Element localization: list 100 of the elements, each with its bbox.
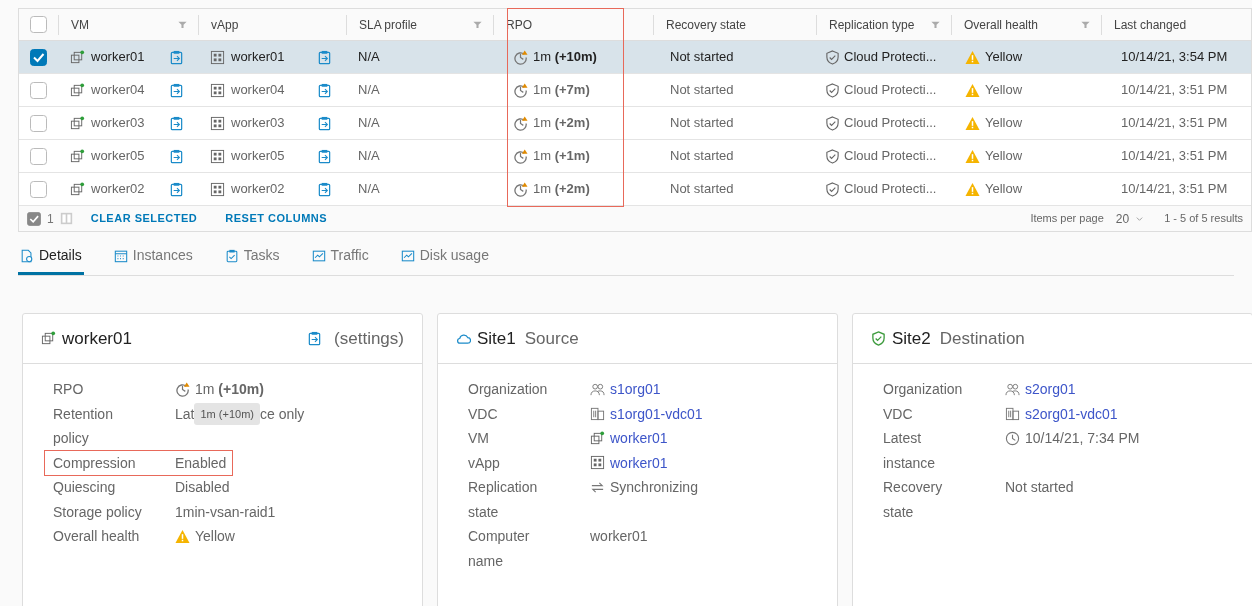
field-value: 10/14/21, 7:34 PM — [1025, 429, 1140, 448]
field-value: Not started — [1005, 478, 1074, 497]
table-cell: Not started — [670, 148, 734, 164]
field-label: Replication state — [468, 478, 539, 522]
clipboard-icon — [317, 115, 332, 131]
warning-icon — [175, 528, 190, 544]
warning-icon — [965, 115, 980, 131]
tab[interactable]: Disk usage — [398, 245, 491, 275]
field-value: Synchronizing — [610, 478, 698, 497]
table-cell: 10/14/21, 3:51 PM — [1121, 148, 1228, 164]
pagination-range: 1 - 5 of 5 results — [1164, 211, 1243, 227]
clipboard-check-icon — [224, 248, 239, 263]
building-icon — [590, 406, 605, 422]
row-checkbox[interactable] — [30, 81, 47, 99]
link[interactable]: s2org01 — [1025, 377, 1076, 402]
clock-icon — [1005, 430, 1020, 446]
shield-check-icon — [871, 331, 886, 346]
table-cell: 10/14/21, 3:51 PM — [1121, 181, 1228, 197]
card-subtitle: Destination — [939, 327, 1025, 350]
footer-button[interactable]: CLEAR SELECTED — [90, 210, 198, 227]
field-label: Quiescing — [53, 478, 117, 497]
table-cell-text: Cloud Protecti... — [844, 81, 937, 100]
filter-icon — [1080, 19, 1091, 30]
column-header[interactable]: VM — [58, 14, 198, 35]
table-row[interactable]: worker01 worker01 N/A 1m (+10m) Not started Cloud Protecti... Yellow 10/14/21, 3:54 PM — [19, 41, 1251, 74]
column-header[interactable]: Overall health — [951, 14, 1101, 35]
field-value: ce only — [259, 404, 305, 424]
table-cell: N/A — [358, 82, 380, 98]
table-cell: 10/14/21, 3:51 PM — [1121, 115, 1228, 131]
table-cell-text: 1m (+2m) — [533, 114, 590, 133]
clipboard-icon — [317, 148, 332, 164]
table-cell-text: Yellow — [985, 180, 1023, 199]
table-cell-text: Cloud Protecti... — [844, 180, 937, 199]
shield-icon — [825, 148, 840, 164]
column-header[interactable]: Replication type — [816, 14, 951, 35]
clock-alert-icon — [513, 49, 528, 65]
row-checkbox[interactable] — [30, 180, 47, 198]
clipboard-icon — [169, 115, 184, 131]
field-label: VDC — [468, 404, 499, 424]
grid-icon — [210, 82, 225, 98]
card-title: Site1 — [477, 327, 516, 350]
grid-icon — [210, 148, 225, 164]
table-cell-text: Cloud Protecti... — [844, 48, 937, 67]
line-chart-icon — [311, 248, 326, 263]
shield-icon — [825, 82, 840, 98]
card-title: Site2 — [892, 327, 931, 350]
table-cell: N/A — [358, 49, 380, 65]
table-cell: 10/14/21, 3:54 PM — [1121, 49, 1228, 65]
grid-icon — [210, 115, 225, 131]
tab[interactable]: Traffic — [309, 245, 371, 275]
table-cell: Not started — [670, 115, 734, 131]
grid-icon — [590, 455, 605, 471]
warning-icon — [965, 82, 980, 98]
table-cell: Not started — [670, 181, 734, 197]
page-size-select[interactable]: 20 — [1111, 209, 1149, 228]
select-all-checkbox[interactable] — [30, 16, 47, 33]
clock-alert-icon — [513, 181, 528, 197]
tab[interactable]: Tasks — [222, 245, 282, 275]
row-checkbox[interactable] — [30, 147, 47, 165]
document-icon — [20, 248, 34, 263]
clipboard-icon — [169, 82, 184, 98]
tab[interactable]: Instances — [111, 245, 195, 275]
link[interactable]: s1org01 — [610, 377, 661, 402]
tab[interactable]: Details — [18, 245, 84, 275]
tooltip: 1m (+10m) — [194, 402, 260, 425]
vm-icon — [70, 82, 85, 98]
shield-icon — [825, 115, 840, 131]
vm-icon — [70, 181, 85, 197]
footer-button[interactable]: RESET COLUMNS — [225, 210, 328, 227]
vm-icon — [70, 115, 85, 131]
link[interactable]: s1org01-vdc01 — [610, 401, 703, 426]
people-icon — [1005, 381, 1020, 397]
table-cell-text: worker05 — [91, 147, 146, 166]
field-label: Organization — [883, 380, 964, 399]
shield-icon — [825, 49, 840, 65]
table-cell-text: worker03 — [91, 114, 146, 133]
columns-icon[interactable] — [59, 212, 73, 225]
clipboard-icon — [169, 148, 184, 164]
table-cell: N/A — [358, 148, 380, 164]
warning-icon — [965, 49, 980, 65]
column-header[interactable]: SLA profile — [346, 14, 493, 35]
table-cell-text: 1m (+1m) — [533, 147, 590, 166]
row-checkbox[interactable] — [30, 48, 47, 66]
settings-link[interactable]: (settings) — [334, 325, 404, 352]
selection-checkbox[interactable] — [27, 211, 41, 226]
link[interactable]: s2org01-vdc01 — [1025, 401, 1118, 426]
field-label: Compression — [53, 453, 137, 473]
field-label: RPO — [53, 380, 85, 399]
table-cell-text: worker03 — [231, 114, 286, 133]
table-cell-text: Cloud Protecti... — [844, 114, 937, 133]
row-checkbox[interactable] — [30, 114, 47, 132]
field-label: Recovery state — [883, 478, 944, 522]
link[interactable]: worker01 — [610, 450, 668, 475]
column-header[interactable]: vApp — [198, 14, 346, 35]
field-label: VM — [468, 429, 490, 448]
building-icon — [1005, 406, 1020, 422]
clock-alert-icon — [513, 115, 528, 131]
link[interactable]: worker01 — [610, 426, 668, 451]
column-header[interactable]: Last changed — [1101, 14, 1252, 35]
column-header[interactable]: Recovery state — [653, 14, 816, 35]
